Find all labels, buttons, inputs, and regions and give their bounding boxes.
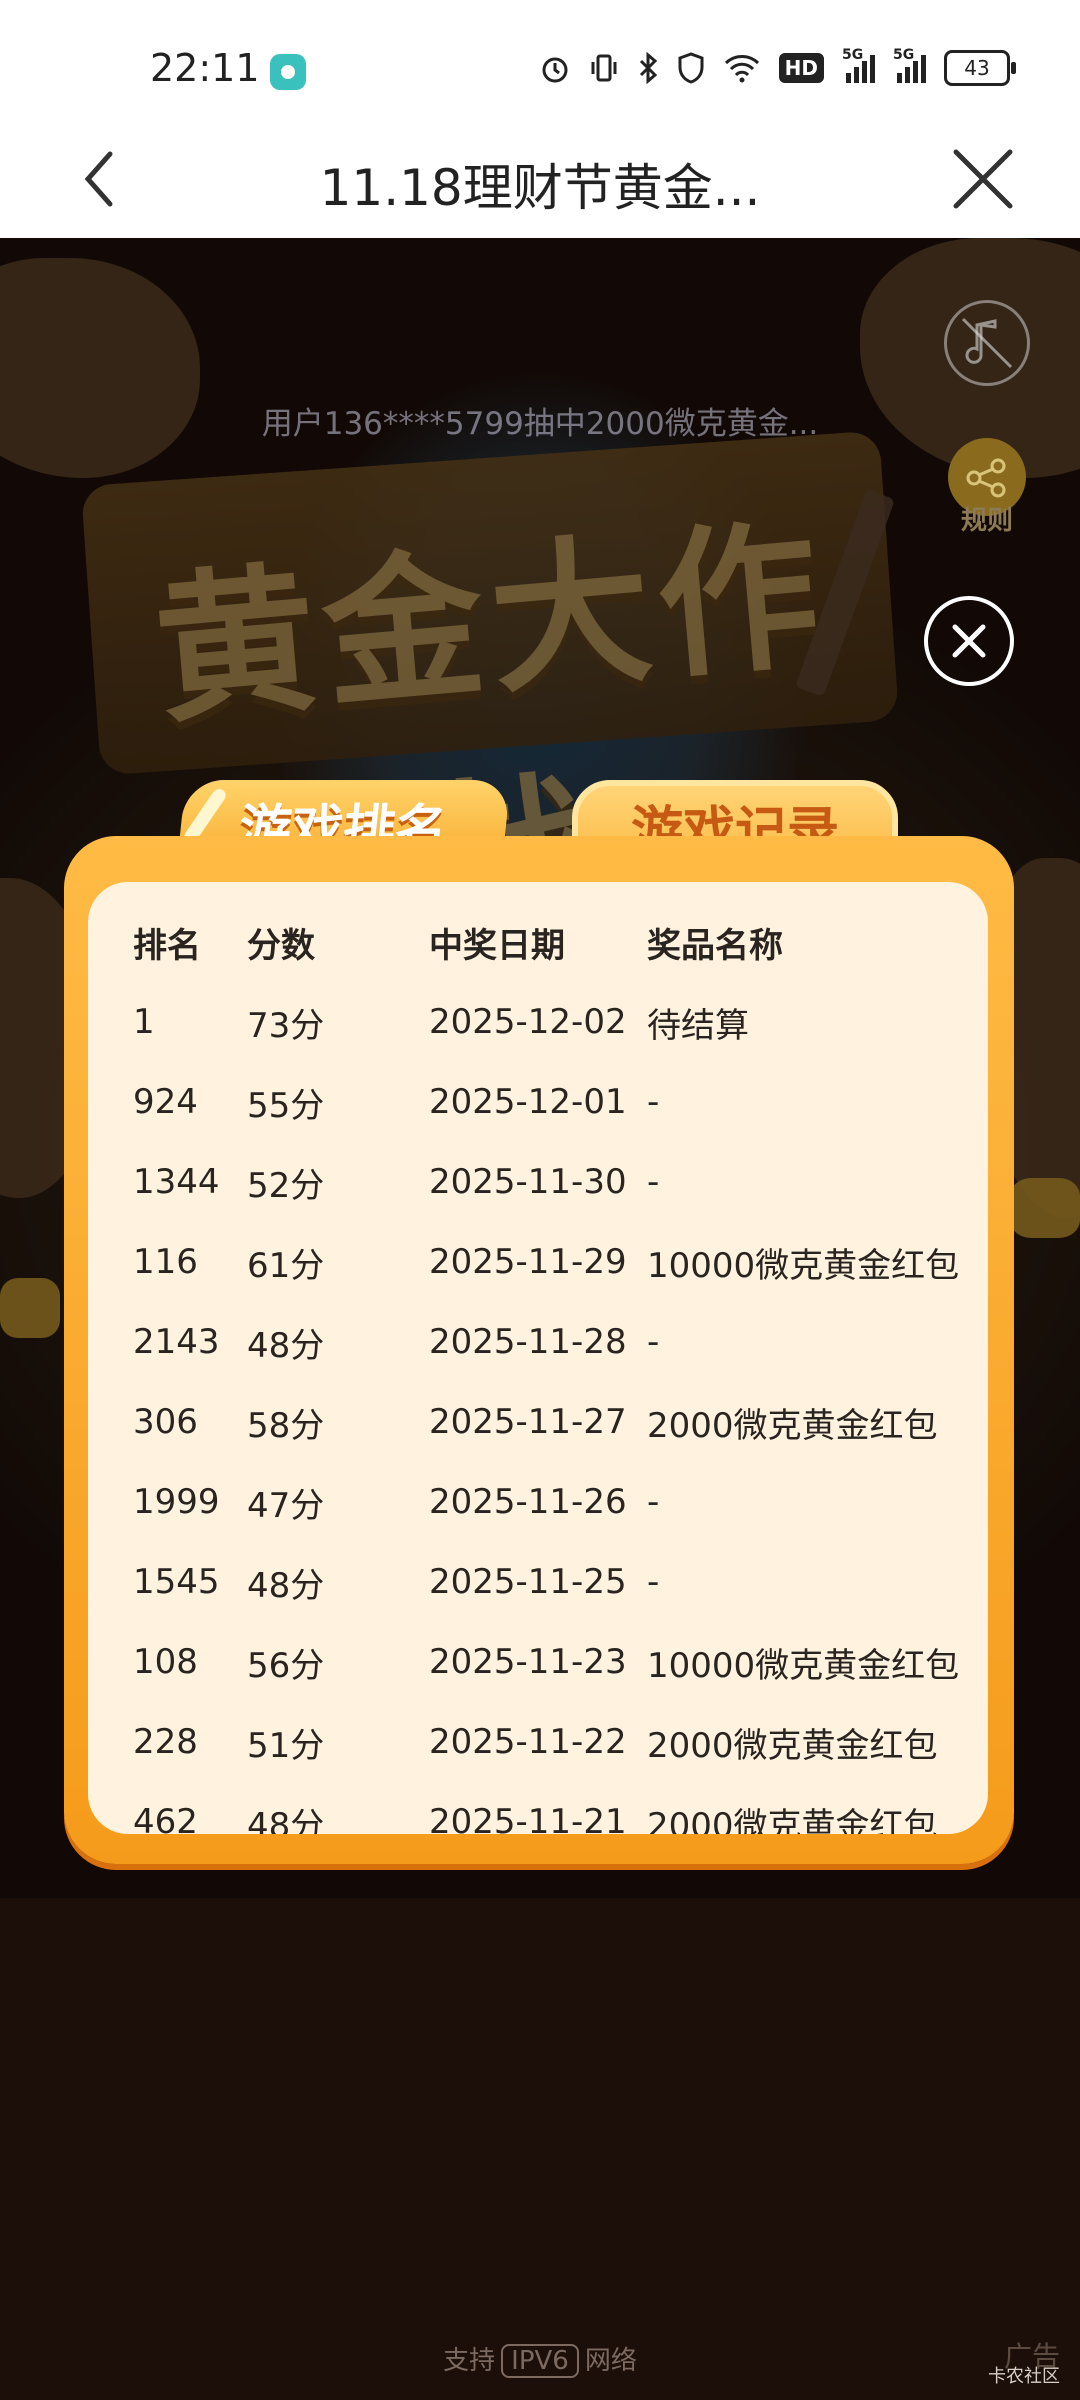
cell-rank: 2143 — [133, 1322, 220, 1362]
cell-score: 48分 — [247, 1325, 325, 1366]
cell-date: 2025-11-22 — [429, 1722, 627, 1762]
network-footer: 支持 IPV6 网络 — [0, 2340, 1080, 2378]
status-icons: HD 5G 5G 43 — [539, 47, 1016, 86]
nav-bar: 11.18理财节黄金... — [0, 120, 1080, 238]
cell-score: 56分 — [247, 1645, 325, 1686]
wifi-icon — [724, 55, 759, 83]
ipv6-badge: IPV6 — [501, 2344, 579, 2378]
hd-badge: HD — [778, 53, 824, 83]
cell-date: 2025-11-28 — [429, 1322, 627, 1362]
table-row: 228 51分 2025-11-22 2000微克黄金红包 — [133, 1702, 973, 1782]
battery-icon: 43 — [944, 50, 1016, 86]
table-row: 306 58分 2025-11-27 2000微克黄金红包 — [133, 1382, 973, 1462]
table-header-row: 排名 分数 中奖日期 奖品名称 — [133, 902, 973, 982]
table-row: 1999 47分 2025-11-26 - — [133, 1462, 973, 1542]
table-row: 1344 52分 2025-11-30 - — [133, 1142, 973, 1222]
cell-rank: 116 — [133, 1242, 198, 1282]
cell-prize: - — [647, 1322, 660, 1362]
ranking-panel: 排名 分数 中奖日期 奖品名称 1 73分 2025-12-02 待结算 924… — [64, 836, 1014, 1864]
status-time: 22:11 — [150, 46, 260, 90]
cell-date: 2025-11-25 — [429, 1562, 627, 1602]
watermark: 卡农社区 — [988, 2366, 1060, 2387]
shield-icon — [678, 52, 704, 84]
cell-rank: 1344 — [133, 1162, 220, 1202]
cell-date: 2025-11-21 — [429, 1802, 627, 1834]
cell-prize: - — [647, 1162, 660, 1202]
cell-prize: 待结算 — [647, 1005, 749, 1046]
ranking-table: 排名 分数 中奖日期 奖品名称 1 73分 2025-12-02 待结算 924… — [133, 902, 973, 1835]
close-icon — [952, 624, 986, 658]
popup-close-button[interactable] — [924, 596, 1014, 686]
close-icon[interactable] — [946, 142, 1020, 216]
cell-rank: 1545 — [133, 1562, 220, 1602]
table-row: 462 48分 2025-11-21 2000微克黄金红包 — [133, 1782, 973, 1834]
table-row: 108 56分 2025-11-23 10000微克黄金红包 — [133, 1622, 973, 1702]
cell-prize: 10000微克黄金红包 — [647, 1645, 960, 1686]
cell-date: 2025-11-26 — [429, 1482, 627, 1522]
cell-date: 2025-12-02 — [429, 1002, 627, 1042]
footer-prefix: 支持 — [443, 2346, 496, 2376]
cell-rank: 462 — [133, 1802, 198, 1834]
app-notification-icon — [270, 54, 306, 90]
header-score: 分数 — [247, 925, 315, 966]
table-row: 1545 48分 2025-11-25 - — [133, 1542, 973, 1622]
cell-rank: 924 — [133, 1082, 198, 1122]
cell-score: 52分 — [247, 1165, 325, 1206]
cell-score: 47分 — [247, 1485, 325, 1526]
cell-score: 61分 — [247, 1245, 325, 1286]
cell-prize: - — [647, 1562, 660, 1602]
header-date: 中奖日期 — [429, 925, 565, 966]
header-rank: 排名 — [133, 925, 201, 966]
bluetooth-icon — [639, 52, 657, 84]
back-arrow-icon[interactable] — [68, 144, 138, 214]
cell-prize: 2000微克黄金红包 — [647, 1725, 938, 1766]
cell-score: 58分 — [247, 1405, 325, 1446]
signal-icon-2: 5G — [893, 47, 926, 83]
alarm-icon — [542, 57, 568, 83]
winner-ticker: 用户136****5799抽中2000微克黄金... — [261, 406, 819, 442]
cell-date: 2025-11-29 — [429, 1242, 627, 1282]
cell-score: 51分 — [247, 1725, 325, 1766]
table-row: 924 55分 2025-12-01 - — [133, 1062, 973, 1142]
cell-score: 55分 — [247, 1085, 325, 1126]
cell-score: 73分 — [247, 1005, 325, 1046]
header-prize: 奖品名称 — [647, 925, 783, 966]
vibrate-icon — [591, 54, 617, 82]
cell-rank: 1 — [133, 1002, 155, 1042]
footer-suffix: 网络 — [584, 2346, 637, 2376]
cell-prize: - — [647, 1482, 660, 1522]
cell-date: 2025-11-23 — [429, 1642, 627, 1682]
rules-label: 规则 — [960, 506, 1013, 536]
ranking-list[interactable]: 排名 分数 中奖日期 奖品名称 1 73分 2025-12-02 待结算 924… — [88, 882, 988, 1834]
cell-rank: 228 — [133, 1722, 198, 1762]
signal-icon: 5G — [842, 47, 875, 83]
cell-rank: 306 — [133, 1402, 198, 1442]
cell-rank: 1999 — [133, 1482, 220, 1522]
cell-prize: - — [647, 1082, 660, 1122]
mute-music-icon[interactable] — [944, 300, 1030, 386]
table-row: 1 73分 2025-12-02 待结算 — [133, 982, 973, 1062]
table-row: 116 61分 2025-11-29 10000微克黄金红包 — [133, 1222, 973, 1302]
cell-rank: 108 — [133, 1642, 198, 1682]
cell-prize: 10000微克黄金红包 — [647, 1245, 960, 1286]
network-type-1: 5G — [842, 47, 864, 63]
cell-date: 2025-11-27 — [429, 1402, 627, 1442]
table-row: 2143 48分 2025-11-28 - — [133, 1302, 973, 1382]
page-title: 11.18理财节黄金... — [319, 159, 761, 217]
cell-date: 2025-11-30 — [429, 1162, 627, 1202]
cell-score: 48分 — [247, 1565, 325, 1606]
cell-prize: 2000微克黄金红包 — [647, 1405, 938, 1446]
cell-date: 2025-12-01 — [429, 1082, 627, 1122]
network-type-2: 5G — [893, 47, 915, 63]
status-bar: 22:11 HD 5G 5G 43 — [0, 0, 1080, 120]
cell-score: 48分 — [247, 1805, 325, 1835]
cell-prize: 2000微克黄金红包 — [647, 1805, 938, 1835]
